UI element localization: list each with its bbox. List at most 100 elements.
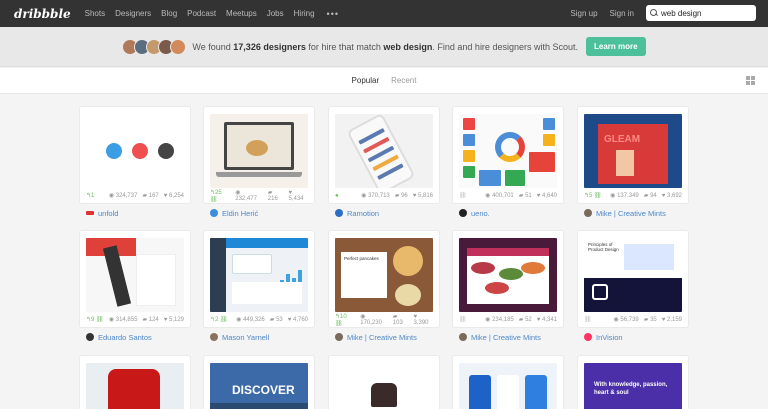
shot-card[interactable]: ● ◉ 370,713 ▰ 96 ♥ 5,816 (329, 107, 439, 203)
comment-count: ▰ 96 (394, 193, 408, 199)
comment-count: ▰ 216 (267, 190, 278, 202)
shot-stats: ↰2 ⛓ ◉ 449,326 ▰ 53 ♥ 4,760 (210, 315, 308, 324)
rebound-icon: ● (335, 192, 339, 199)
shot-thumbnail[interactable]: GLEAM (584, 114, 682, 188)
like-count[interactable]: ♥ 4,640 (537, 193, 557, 199)
shot-card[interactable]: Perfect pancakes ↰10 ⛓ ◉ 170,230 ▰ 103 ♥… (329, 231, 439, 327)
shot-thumbnail[interactable] (86, 114, 184, 188)
learn-more-button[interactable]: Learn more (585, 37, 646, 56)
shot-author[interactable]: InVision (584, 332, 623, 342)
shot-author[interactable]: ueno. (459, 208, 490, 218)
shot-card[interactable]: ↰1 ◉ 324,737 ▰ 167 ♥ 6,254 (80, 107, 190, 203)
shot-thumbnail[interactable] (86, 363, 184, 409)
shot-author[interactable]: unfold (86, 208, 118, 218)
shot-author[interactable]: Mike | Creative Mints (459, 332, 541, 342)
search-input[interactable]: web design (646, 5, 756, 21)
shot-author[interactable]: Eldin Herić (210, 208, 258, 218)
avatar (335, 333, 343, 341)
banner-message: We found 17,326 designers for hire that … (192, 41, 578, 52)
like-count[interactable]: ♥ 5,434 (289, 190, 309, 202)
shot-thumbnail[interactable] (459, 363, 557, 409)
shot-stats: ⛓ ◉ 234,185 ▰ 52 ♥ 4,341 (459, 315, 557, 324)
shot-thumbnail[interactable] (459, 238, 557, 312)
nav-meetups[interactable]: Meetups (226, 9, 257, 18)
shot-thumbnail[interactable] (335, 114, 433, 188)
nav-jobs[interactable]: Jobs (267, 9, 284, 18)
shot-card[interactable] (329, 356, 439, 409)
shot-card[interactable]: ↰2 ⛓ ◉ 449,326 ▰ 53 ♥ 4,760 (204, 231, 314, 327)
nav-podcast[interactable]: Podcast (187, 9, 216, 18)
shot-card[interactable]: ↰9 ⛓ ◉ 314,855 ▰ 124 ♥ 5,129 (80, 231, 190, 327)
shot-thumbnail[interactable]: DISCOVER (210, 363, 308, 409)
author-name: Mason Yarnell (222, 332, 270, 342)
bolt-icon (158, 143, 174, 159)
more-menu-icon[interactable]: ••• (327, 9, 339, 19)
avatar (584, 333, 592, 341)
tab-recent[interactable]: Recent (391, 76, 416, 85)
like-count[interactable]: ♥ 3,692 (662, 193, 682, 199)
shot-author[interactable]: Eduardo Santos (86, 332, 152, 342)
view-count: ◉ 232,477 (235, 190, 257, 202)
nav-hiring[interactable]: Hiring (294, 9, 315, 18)
shot-thumbnail[interactable] (335, 363, 433, 409)
nav-designers[interactable]: Designers (115, 9, 151, 18)
like-count[interactable]: ♥ 3,390 (414, 314, 434, 326)
like-count[interactable]: ♥ 4,760 (288, 317, 308, 323)
shot-thumbnail[interactable] (86, 238, 184, 312)
rebound-count: ↰5 ⛓ (584, 193, 602, 199)
rebound-count: ↰25 ⛓ (210, 189, 222, 203)
like-count[interactable]: ♥ 4,341 (537, 317, 557, 323)
google-logo (495, 132, 525, 162)
shot-card[interactable]: DISCOVER (204, 356, 314, 409)
nav-blog[interactable]: Blog (161, 9, 177, 18)
author-name: Mike | Creative Mints (347, 332, 417, 342)
view-count: ◉ 56,739 (613, 317, 639, 323)
avatar (459, 333, 467, 341)
shot-card[interactable] (453, 356, 563, 409)
shot-thumbnail[interactable]: Perfect pancakes (335, 238, 433, 312)
shot-card[interactable] (80, 356, 190, 409)
phone-mockup (346, 114, 416, 188)
shot-thumbnail[interactable] (210, 238, 308, 312)
shot-card[interactable]: With knowledge, passion, heart & soul (578, 356, 688, 409)
shot-card[interactable]: ⛓ ◉ 400,701 ▰ 51 ♥ 4,640 (453, 107, 563, 203)
avatar (170, 38, 187, 55)
shot-stats: ↰5 ⛓ ◉ 137,349 ▰ 94 ♥ 3,692 (584, 191, 682, 200)
grid-view-icon[interactable] (746, 76, 755, 85)
shot-card[interactable]: GLEAM ↰5 ⛓ ◉ 137,349 ▰ 94 ♥ 3,692 (578, 107, 688, 203)
author-name: ueno. (471, 208, 490, 218)
comment-count: ▰ 94 (643, 193, 657, 199)
shot-card[interactable]: ⛓ ◉ 234,185 ▰ 52 ♥ 4,341 (453, 231, 563, 327)
like-count[interactable]: ♥ 6,254 (164, 193, 184, 199)
shot-author[interactable]: Mason Yarnell (210, 332, 269, 342)
dribbble-logo[interactable]: dribbble (14, 7, 71, 21)
shot-stats: ● ◉ 370,713 ▰ 96 ♥ 5,816 (335, 191, 433, 200)
shot-author[interactable]: Mike | Creative Mints (335, 332, 417, 342)
nav-shots[interactable]: Shots (85, 9, 105, 18)
shot-card[interactable]: ↰25 ⛓ ◉ 232,477 ▰ 216 ♥ 5,434 (204, 107, 314, 203)
like-count[interactable]: ♥ 2,159 (662, 317, 682, 323)
like-count[interactable]: ♥ 5,816 (413, 193, 433, 199)
shot-card[interactable]: Principles of Product Design ⛓ ◉ 56,739 … (578, 231, 688, 327)
shot-thumbnail[interactable] (210, 114, 308, 188)
comment-count: ▰ 52 (518, 317, 532, 323)
sign-in-link[interactable]: Sign in (610, 9, 634, 18)
shot-thumbnail[interactable] (459, 114, 557, 188)
author-name: InVision (596, 332, 623, 342)
sign-up-link[interactable]: Sign up (570, 9, 597, 18)
discover-title: DISCOVER (232, 383, 295, 397)
avatar (210, 209, 218, 217)
shot-author[interactable]: Ramotion (335, 208, 379, 218)
shot-author[interactable]: Mike | Creative Mints (584, 208, 666, 218)
view-count: ◉ 400,701 (485, 193, 514, 199)
fire-icon (132, 143, 148, 159)
author-name: Mike | Creative Mints (471, 332, 541, 342)
shot-stats: ↰1 ◉ 324,737 ▰ 167 ♥ 6,254 (86, 191, 184, 200)
shot-thumbnail[interactable]: Principles of Product Design (584, 238, 682, 312)
like-count[interactable]: ♥ 5,129 (164, 317, 184, 323)
avatar (335, 209, 343, 217)
tab-popular[interactable]: Popular (352, 76, 380, 85)
shot-stats: ⛓ ◉ 56,739 ▰ 35 ♥ 2,159 (584, 315, 682, 324)
author-name: Ramotion (347, 208, 380, 218)
shot-thumbnail[interactable]: With knowledge, passion, heart & soul (584, 363, 682, 409)
